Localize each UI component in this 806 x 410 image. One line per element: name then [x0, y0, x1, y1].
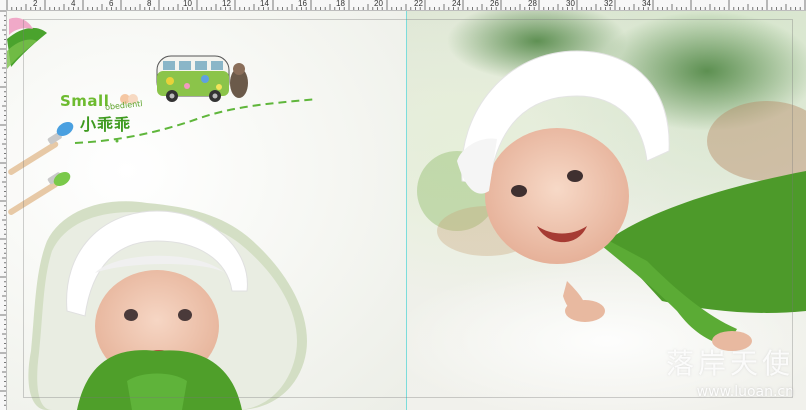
title-chinese: 小乖乖	[80, 115, 132, 134]
ruler-mark: 18	[336, 0, 345, 8]
document-canvas[interactable]: Small obedientl 小乖乖 落岸天使 www.luoan.cn	[7, 11, 806, 410]
ruler-mark: 32	[604, 0, 613, 8]
ruler-ticks	[6, 0, 806, 10]
ruler-mark: 6	[109, 0, 114, 8]
ruler-ticks	[0, 10, 6, 406]
vertical-ruler[interactable]	[0, 10, 7, 410]
ruler-mark: 16	[298, 0, 307, 8]
paintbrush-icon	[8, 172, 71, 215]
left-page-artwork	[7, 17, 318, 410]
ruler-mark: 12	[222, 0, 231, 8]
ruler-mark: 10	[183, 0, 192, 8]
ruler-mark: 34	[642, 0, 651, 8]
watermark-url: www.luoan.cn	[696, 384, 794, 400]
paintbrush-icon	[8, 122, 74, 175]
ruler-mark: 20	[374, 0, 383, 8]
ruler-mark: 22	[414, 0, 423, 8]
center-guide[interactable]	[406, 11, 407, 410]
title-english: Small	[60, 92, 110, 110]
ruler-mark: 4	[71, 0, 76, 8]
ruler-mark: 14	[260, 0, 269, 8]
ruler-mark: 24	[452, 0, 461, 8]
ruler-mark: 30	[566, 0, 575, 8]
watermark-logo: 落岸天使	[665, 347, 794, 380]
ruler-mark: 2	[33, 0, 38, 8]
van-illustration	[156, 55, 248, 102]
design-workspace: 2 4 6 8 10 12 14 16 18 20 22 24 26 28 30…	[0, 0, 806, 410]
ruler-mark: 8	[147, 0, 152, 8]
ruler-mark: 26	[490, 0, 499, 8]
ruler-mark: 28	[528, 0, 537, 8]
left-page: Small obedientl 小乖乖	[7, 11, 407, 410]
right-page: 落岸天使 www.luoan.cn	[407, 11, 806, 410]
horizontal-ruler[interactable]: 2 4 6 8 10 12 14 16 18 20 22 24 26 28 30…	[0, 0, 806, 11]
